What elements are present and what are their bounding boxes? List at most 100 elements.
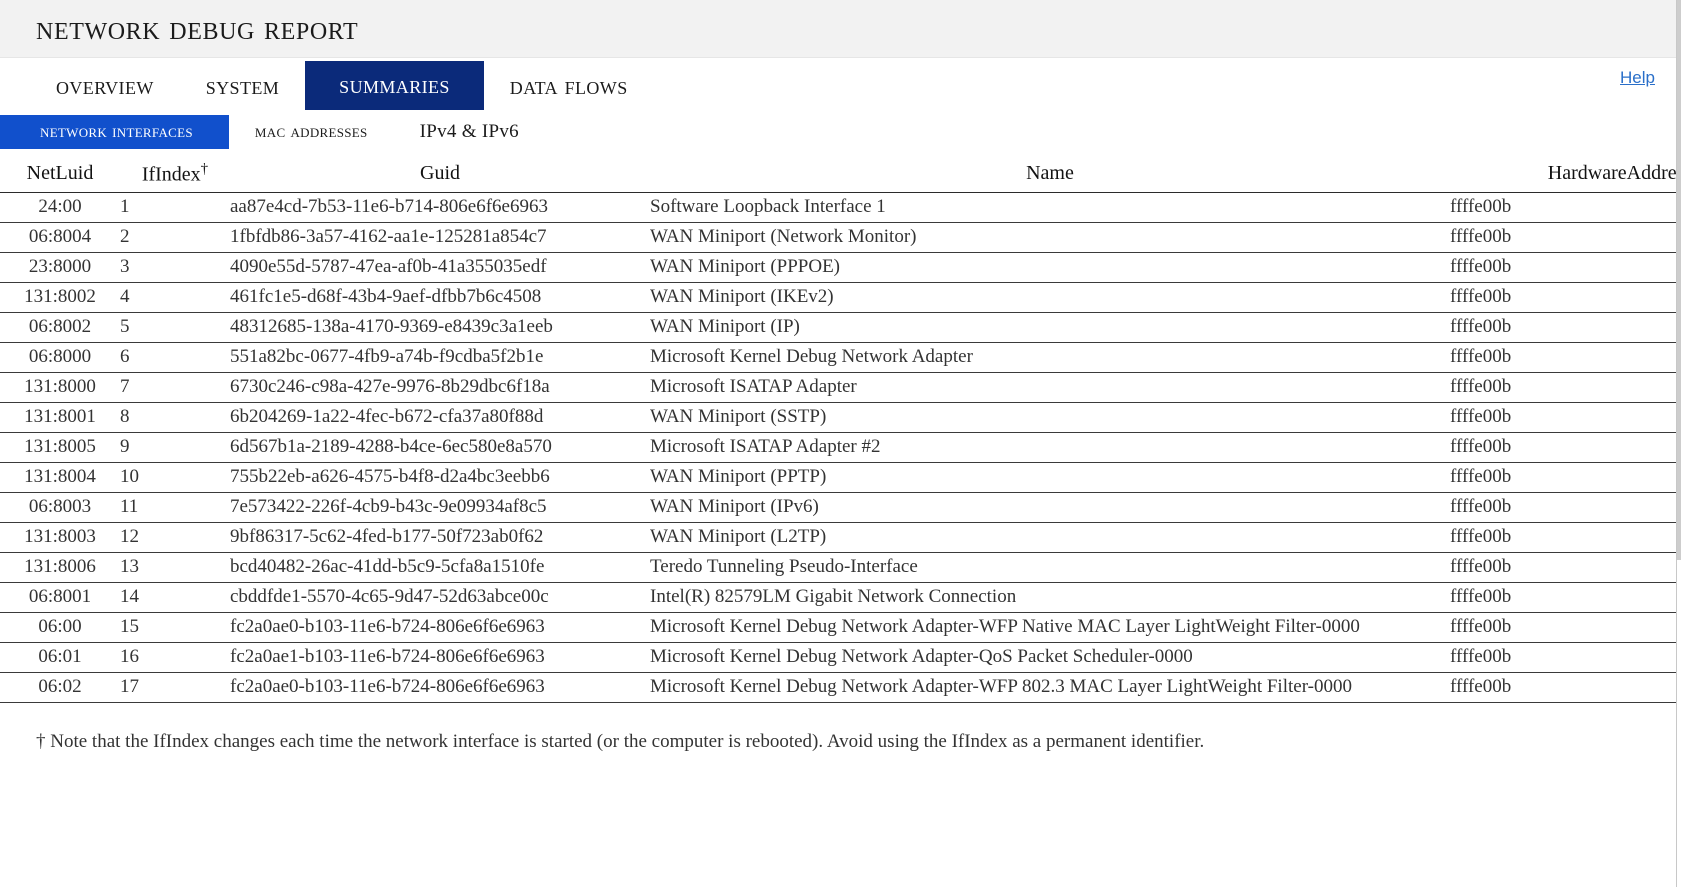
table-row[interactable]: 06:01 16 fc2a0ae1-b103-11e6-b724-806e6f6e6…	[0, 642, 1681, 673]
table-header-row: NetLuid IfIndex† Guid Name HardwareAddre…	[0, 161, 1681, 193]
cell-netluid: 131:8001	[0, 402, 120, 433]
table-row[interactable]: 06:8001 14 cbddfde1-5570-4c65-9d47-52d63ab…	[0, 582, 1681, 613]
cell-ifindex: 4	[120, 282, 230, 313]
help-link[interactable]: Help	[1620, 68, 1655, 88]
cell-name: Intel(R) 82579LM Gigabit Network Connect…	[650, 582, 1450, 613]
cell-netluid: 131:8003	[0, 522, 120, 553]
cell-name: WAN Miniport (L2TP)	[650, 522, 1450, 553]
cell-netluid: 06:8004	[0, 222, 120, 253]
subtab-ipv4-ipv6[interactable]: IPv4 & IPv6	[394, 115, 545, 149]
cell-hardware-address: ffffe00b	[1450, 642, 1681, 673]
cell-name: Software Loopback Interface 1	[650, 192, 1450, 223]
cell-netluid: 131:8004	[0, 462, 120, 493]
tab-overview[interactable]: Overview	[30, 58, 180, 115]
tab-summaries[interactable]: Summaries	[305, 61, 484, 110]
tab-system[interactable]: System	[180, 58, 305, 115]
column-header-ifindex[interactable]: IfIndex†	[120, 161, 230, 193]
cell-ifindex: 6	[120, 342, 230, 373]
cell-guid: fc2a0ae0-b103-11e6-b724-806e6f6e6963	[230, 672, 650, 703]
column-header-ifindex-label: IfIndex	[141, 163, 201, 186]
cell-guid: bcd40482-26ac-41dd-b5c9-5cfa8a1510fe	[230, 552, 650, 583]
cell-ifindex: 16	[120, 642, 230, 673]
cell-hardware-address: ffffe00b	[1450, 492, 1681, 523]
page-title: Network Debug Report	[36, 9, 359, 47]
cell-ifindex: 8	[120, 402, 230, 433]
subtab-network-interfaces[interactable]: Network interfaces	[0, 115, 229, 149]
cell-guid: aa87e4cd-7b53-11e6-b714-806e6f6e6963	[230, 192, 650, 223]
cell-hardware-address: ffffe00b	[1450, 432, 1681, 463]
cell-hardware-address: ffffe00b	[1450, 552, 1681, 583]
cell-hardware-address: ffffe00b	[1450, 282, 1681, 313]
cell-ifindex: 9	[120, 432, 230, 463]
table-row[interactable]: 23:8000 3 4090e55d-5787-47ea-af0b-41a35503…	[0, 252, 1681, 283]
column-header-netluid[interactable]: NetLuid	[0, 161, 120, 193]
cell-name: Microsoft ISATAP Adapter	[650, 372, 1450, 403]
cell-hardware-address: ffffe00b	[1450, 222, 1681, 253]
table-row[interactable]: 06:8004 2 1fbfdb86-3a57-4162-aa1e-125281a8…	[0, 222, 1681, 253]
cell-guid: 6b204269-1a22-4fec-b672-cfa37a80f88d	[230, 402, 650, 433]
cell-guid: 1fbfdb86-3a57-4162-aa1e-125281a854c7	[230, 222, 650, 253]
cell-ifindex: 14	[120, 582, 230, 613]
cell-name: WAN Miniport (IPv6)	[650, 492, 1450, 523]
cell-netluid: 06:02	[0, 672, 120, 703]
cell-guid: cbddfde1-5570-4c65-9d47-52d63abce00c	[230, 582, 650, 613]
cell-ifindex: 7	[120, 372, 230, 403]
cell-guid: 755b22eb-a626-4575-b4f8-d2a4bc3eebb6	[230, 462, 650, 493]
vertical-scrollbar-thumb[interactable]	[1677, 0, 1681, 560]
table-row[interactable]: 131:8002 4 461fc1e5-d68f-43b4-9aef-dfbb7b6…	[0, 282, 1681, 313]
table-row[interactable]: 131:8000 7 6730c246-c98a-427e-9976-8b29dbc…	[0, 372, 1681, 403]
cell-name: WAN Miniport (PPTP)	[650, 462, 1450, 493]
column-header-guid[interactable]: Guid	[230, 161, 650, 193]
table-row[interactable]: 131:8003 12 9bf86317-5c62-4fed-b177-50f723…	[0, 522, 1681, 553]
cell-netluid: 06:00	[0, 612, 120, 643]
column-header-name[interactable]: Name	[650, 161, 1450, 193]
cell-ifindex: 11	[120, 492, 230, 523]
cell-guid: fc2a0ae0-b103-11e6-b724-806e6f6e6963	[230, 612, 650, 643]
network-interfaces-table: NetLuid IfIndex† Guid Name HardwareAddre…	[0, 161, 1681, 703]
cell-netluid: 131:8000	[0, 372, 120, 403]
cell-name: Microsoft Kernel Debug Network Adapter-W…	[650, 672, 1450, 703]
cell-ifindex: 1	[120, 192, 230, 223]
table-row[interactable]: 131:8006 13 bcd40482-26ac-41dd-b5c9-5cfa8a…	[0, 552, 1681, 583]
primary-tab-bar: Overview System Summaries Data flows Hel…	[0, 58, 1681, 115]
cell-hardware-address: ffffe00b	[1450, 372, 1681, 403]
vertical-scrollbar[interactable]	[1676, 0, 1681, 887]
cell-name: WAN Miniport (PPPOE)	[650, 252, 1450, 283]
table-row[interactable]: 24:00 1 aa87e4cd-7b53-11e6-b714-806e6f6e69…	[0, 192, 1681, 223]
cell-netluid: 131:8005	[0, 432, 120, 463]
table-row[interactable]: 06:8000 6 551a82bc-0677-4fb9-a74b-f9cdba5f…	[0, 342, 1681, 373]
tab-data-flows[interactable]: Data flows	[484, 58, 654, 115]
secondary-tab-bar: Network interfaces MAC Addresses IPv4 & …	[0, 115, 1681, 149]
cell-netluid: 131:8006	[0, 552, 120, 583]
cell-hardware-address: ffffe00b	[1450, 192, 1681, 223]
cell-hardware-address: ffffe00b	[1450, 522, 1681, 553]
network-interfaces-table-container: NetLuid IfIndex† Guid Name HardwareAddre…	[0, 161, 1681, 703]
cell-guid: 461fc1e5-d68f-43b4-9aef-dfbb7b6c4508	[230, 282, 650, 313]
cell-name: Microsoft Kernel Debug Network Adapter	[650, 342, 1450, 373]
cell-hardware-address: ffffe00b	[1450, 342, 1681, 373]
cell-guid: 7e573422-226f-4cb9-b43c-9e09934af8c5	[230, 492, 650, 523]
column-header-hardware-address[interactable]: HardwareAddress	[1450, 161, 1681, 193]
table-body: 24:00 1 aa87e4cd-7b53-11e6-b714-806e6f6e69…	[0, 192, 1681, 703]
cell-name: WAN Miniport (IP)	[650, 312, 1450, 343]
table-row[interactable]: 131:8004 10 755b22eb-a626-4575-b4f8-d2a4bc…	[0, 462, 1681, 493]
table-row[interactable]: 06:02 17 fc2a0ae0-b103-11e6-b724-806e6f6e6…	[0, 672, 1681, 703]
table-row[interactable]: 06:8002 5 48312685-138a-4170-9369-e8439c3a…	[0, 312, 1681, 343]
cell-netluid: 06:8000	[0, 342, 120, 373]
table-row[interactable]: 131:8005 9 6d567b1a-2189-4288-b4ce-6ec580e…	[0, 432, 1681, 463]
cell-guid: 48312685-138a-4170-9369-e8439c3a1eeb	[230, 312, 650, 343]
subtab-mac-addresses[interactable]: MAC Addresses	[229, 115, 394, 149]
table-row[interactable]: 06:00 15 fc2a0ae0-b103-11e6-b724-806e6f6e6…	[0, 612, 1681, 643]
cell-ifindex: 12	[120, 522, 230, 553]
ifindex-footnote-marker: †	[200, 161, 209, 177]
cell-ifindex: 3	[120, 252, 230, 283]
cell-hardware-address: ffffe00b	[1450, 582, 1681, 613]
cell-guid: 6730c246-c98a-427e-9976-8b29dbc6f18a	[230, 372, 650, 403]
table-row[interactable]: 06:8003 11 7e573422-226f-4cb9-b43c-9e09934…	[0, 492, 1681, 523]
cell-ifindex: 15	[120, 612, 230, 643]
table-row[interactable]: 131:8001 8 6b204269-1a22-4fec-b672-cfa37a8…	[0, 402, 1681, 433]
cell-netluid: 06:01	[0, 642, 120, 673]
cell-name: Teredo Tunneling Pseudo-Interface	[650, 552, 1450, 583]
cell-guid: 551a82bc-0677-4fb9-a74b-f9cdba5f2b1e	[230, 342, 650, 373]
cell-name: Microsoft Kernel Debug Network Adapter-Q…	[650, 642, 1450, 673]
